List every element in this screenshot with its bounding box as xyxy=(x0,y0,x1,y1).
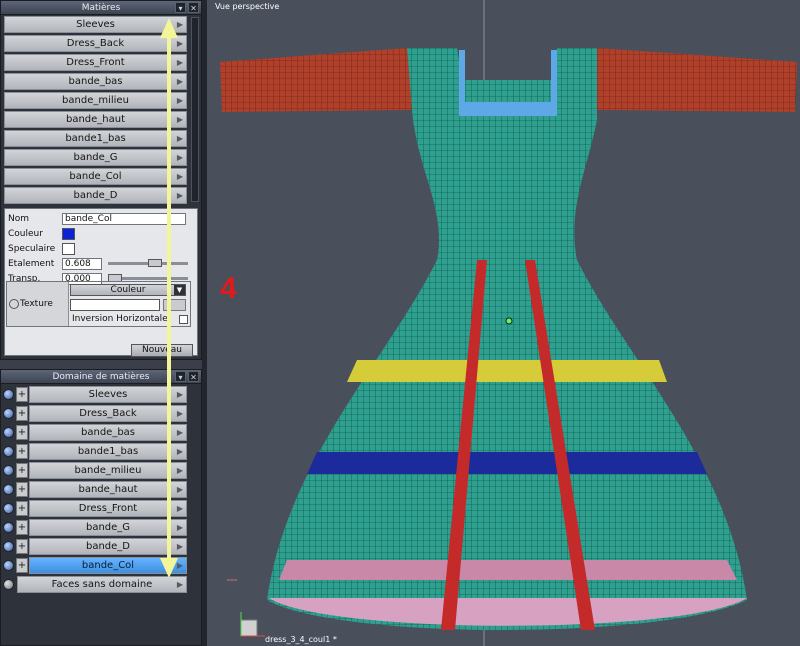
etalement-label: Etalement xyxy=(8,258,55,269)
material-item-label: bande_D xyxy=(73,190,118,201)
inversion-checkbox[interactable] xyxy=(179,315,188,324)
domain-item-label: bande_G xyxy=(85,522,131,533)
inversion-label: Inversion Horizontale xyxy=(72,314,168,324)
material-item-label: bande1_bas xyxy=(65,133,126,144)
sphere-icon[interactable] xyxy=(3,446,14,457)
add-icon[interactable]: + xyxy=(16,539,28,554)
nom-label: Nom xyxy=(8,213,30,224)
etalement-input[interactable]: 0.608 xyxy=(62,257,102,270)
domain-item-label: Dress_Back xyxy=(79,408,137,419)
add-icon[interactable]: + xyxy=(16,520,28,535)
add-icon[interactable]: + xyxy=(16,425,28,440)
material-item-label: Dress_Back xyxy=(66,38,125,49)
domain-item-label: bande_D xyxy=(85,541,130,552)
sphere-icon[interactable] xyxy=(3,427,14,438)
perspective-viewport[interactable]: Vue perspective dress_3_4_coul1 * xyxy=(207,0,800,646)
texture-label: Texture xyxy=(20,299,53,309)
eye-icon[interactable] xyxy=(9,299,19,309)
annotation-arrow xyxy=(160,18,178,578)
domain-item-label: bande_haut xyxy=(78,484,138,495)
speculaire-label: Speculaire xyxy=(8,243,56,254)
sphere-icon[interactable] xyxy=(3,408,14,419)
domain-item-label: bande_Col xyxy=(81,560,135,571)
domain-item-label: bande_milieu xyxy=(74,465,142,476)
add-icon[interactable]: + xyxy=(16,463,28,478)
add-icon[interactable]: + xyxy=(16,387,28,402)
sphere-icon[interactable] xyxy=(3,503,14,514)
close-icon[interactable]: ✕ xyxy=(188,2,199,13)
material-item-label: bande_milieu xyxy=(62,95,129,106)
sphere-icon[interactable] xyxy=(3,560,14,571)
add-icon[interactable]: + xyxy=(16,482,28,497)
sphere-icon[interactable] xyxy=(3,541,14,552)
sphere-icon[interactable] xyxy=(3,579,14,590)
domain-item[interactable]: Faces sans domaine ▶ xyxy=(3,576,187,593)
add-icon[interactable]: + xyxy=(16,406,28,421)
add-icon[interactable]: + xyxy=(16,558,28,573)
add-icon[interactable]: + xyxy=(16,501,28,516)
material-item-label: bande_G xyxy=(73,152,118,163)
speculaire-swatch[interactable] xyxy=(62,242,75,255)
domain-item-label: Faces sans domaine xyxy=(51,579,153,590)
domain-panel-title-text: Domaine de matières xyxy=(52,372,150,382)
texture-file-input[interactable] xyxy=(70,299,160,311)
sphere-icon[interactable] xyxy=(3,389,14,400)
material-item-label: bande_bas xyxy=(68,76,123,87)
viewport-filename: dress_3_4_coul1 * xyxy=(265,635,337,644)
material-item-label: Sleeves xyxy=(76,19,115,30)
domain-item-label: bande1_bas xyxy=(77,446,139,457)
materials-panel-title-text: Matières xyxy=(81,3,121,13)
couleur-label: Couleur xyxy=(8,228,43,239)
add-icon[interactable]: + xyxy=(16,444,28,459)
materials-scrollbar[interactable] xyxy=(191,17,199,202)
domain-item-label: bande_bas xyxy=(81,427,135,438)
domain-item-label: Dress_Front xyxy=(78,503,138,514)
texture-mode-value: Couleur xyxy=(110,285,146,295)
collapse-icon[interactable]: ▾ xyxy=(175,2,186,13)
couleur-swatch[interactable] xyxy=(62,227,75,240)
sphere-icon[interactable] xyxy=(3,522,14,533)
material-item-label: bande_Col xyxy=(69,171,122,182)
materials-panel-title: Matières ▾ ✕ xyxy=(1,1,201,15)
material-item-label: bande_haut xyxy=(65,114,126,125)
dress-mesh xyxy=(220,0,797,646)
sphere-icon[interactable] xyxy=(3,484,14,495)
close-icon[interactable]: ✕ xyxy=(188,371,199,382)
material-item-label: Dress_Front xyxy=(66,57,125,68)
domain-item-label: Sleeves xyxy=(88,389,128,400)
arrow-right-icon: ▶ xyxy=(176,580,183,589)
sphere-icon[interactable] xyxy=(3,465,14,476)
annotation-number: 4 xyxy=(220,272,237,305)
